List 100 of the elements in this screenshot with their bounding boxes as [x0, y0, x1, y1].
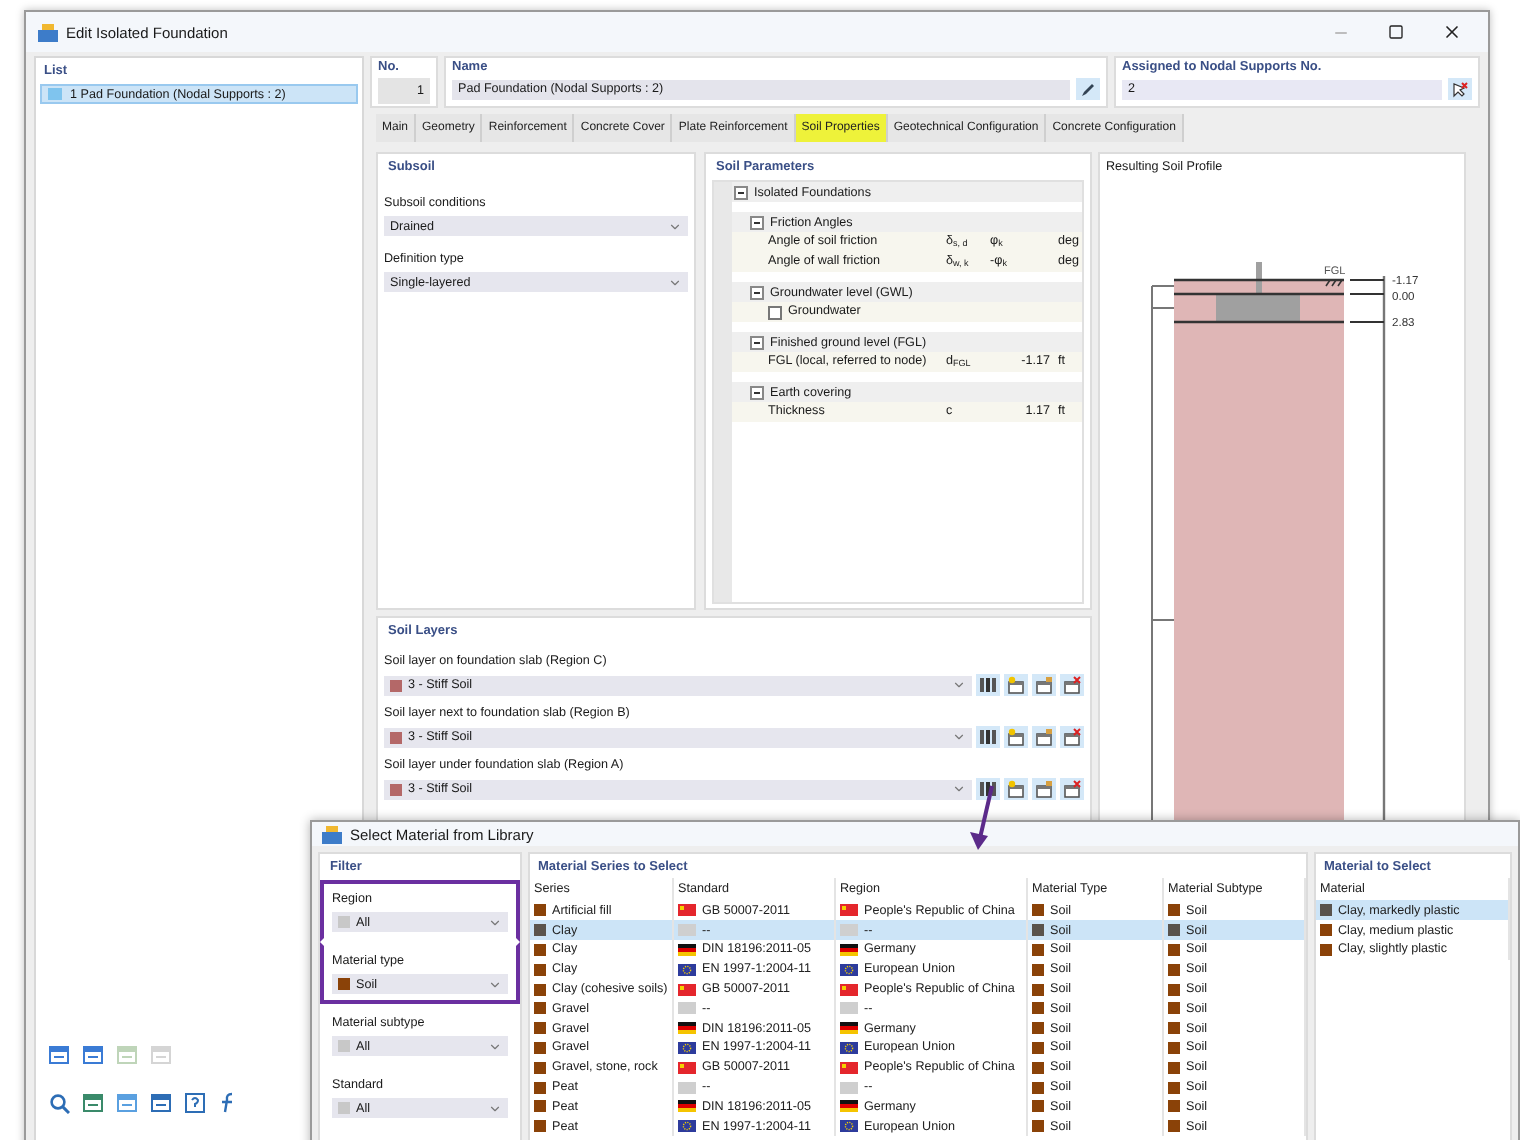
- color-swatch: [1168, 983, 1180, 996]
- color-swatch: [1032, 943, 1044, 956]
- flag-icon: [678, 1002, 696, 1015]
- layer-tool-button[interactable]: [1032, 778, 1056, 800]
- toolbar-button[interactable]: [112, 1090, 140, 1116]
- color-swatch: [1168, 904, 1180, 917]
- color-swatch: [1032, 1100, 1044, 1113]
- color-swatch: [1032, 924, 1044, 937]
- color-swatch: [1168, 943, 1180, 956]
- toolbar-button[interactable]: [44, 1042, 72, 1068]
- color-swatch: [1032, 1081, 1044, 1093]
- close-icon: [1442, 22, 1462, 42]
- color-swatch: [1168, 1100, 1180, 1113]
- layer-tool-button[interactable]: [1004, 726, 1028, 748]
- cursor-icon: [1452, 81, 1468, 97]
- flag-icon: [678, 904, 696, 917]
- delete-icon: [1062, 676, 1082, 694]
- color-swatch: [1032, 904, 1044, 917]
- flag-icon: [678, 924, 696, 937]
- layer-tool-button[interactable]: [1004, 674, 1028, 696]
- edit-button[interactable]: [1076, 78, 1100, 100]
- flag-icon: [678, 1081, 696, 1093]
- toolbar-button[interactable]: [78, 1090, 106, 1116]
- app-icon: [38, 23, 58, 41]
- checkbox[interactable]: [768, 305, 782, 319]
- layer-tool-button[interactable]: [1032, 674, 1056, 696]
- collapse-icon[interactable]: [750, 285, 764, 299]
- collapse-icon[interactable]: [750, 215, 764, 229]
- edit-icon: [1034, 780, 1054, 798]
- flag-icon: [678, 1100, 696, 1113]
- color-swatch: [1168, 1041, 1180, 1054]
- flag-icon: [678, 1120, 696, 1133]
- chevron-icon: [952, 782, 966, 796]
- chevron-icon: [488, 977, 502, 992]
- layer-tool-button[interactable]: [976, 674, 1000, 696]
- color-swatch: [1168, 1081, 1180, 1093]
- flag-icon: [840, 1120, 858, 1133]
- color-swatch: [1168, 963, 1180, 976]
- layer-tool-button[interactable]: [1032, 726, 1056, 748]
- new-item-icon: [1006, 728, 1026, 746]
- toolbar-button[interactable]: [180, 1090, 208, 1116]
- chevron-icon: [952, 678, 966, 692]
- color-swatch: [1032, 983, 1044, 996]
- collapse-icon[interactable]: [750, 385, 764, 399]
- color-swatch: [1032, 1120, 1044, 1133]
- color-swatch: [1168, 924, 1180, 937]
- annotation-arrow: [970, 785, 994, 850]
- delete-icon: [1062, 780, 1082, 798]
- flag-icon: [840, 1100, 858, 1113]
- search-icon: [47, 1092, 69, 1114]
- collapse-icon[interactable]: [750, 335, 764, 349]
- layer-tool-button[interactable]: [1060, 778, 1084, 800]
- flag-icon: [678, 1041, 696, 1054]
- color-swatch: [1032, 1061, 1044, 1074]
- chevron-icon: [488, 1039, 502, 1054]
- chevron-icon: [668, 275, 682, 289]
- pencil-icon: [1080, 81, 1096, 97]
- chevron-icon: [668, 219, 682, 233]
- books-icon: [978, 780, 998, 798]
- color-swatch: [1032, 1041, 1044, 1054]
- flag-icon: [840, 983, 858, 996]
- collapse-icon[interactable]: [734, 185, 748, 199]
- new-item-icon: [1006, 780, 1026, 798]
- edit-icon: [1034, 676, 1054, 694]
- help-icon: [183, 1092, 205, 1114]
- layer-tool-button[interactable]: [1004, 778, 1028, 800]
- flag-icon: [840, 1002, 858, 1015]
- flag-icon: [678, 1022, 696, 1035]
- books-icon: [978, 676, 998, 694]
- toolbar-button[interactable]: [146, 1090, 174, 1116]
- toolbar-button[interactable]: [78, 1042, 106, 1068]
- layer-tool-button[interactable]: [1060, 674, 1084, 696]
- delete-icon: [1062, 728, 1082, 746]
- pick-button[interactable]: [1448, 78, 1472, 100]
- item-icon: [48, 88, 62, 100]
- color-swatch: [1168, 1022, 1180, 1035]
- flag-icon: [840, 1061, 858, 1074]
- layer-tool-button[interactable]: [1060, 726, 1084, 748]
- chevron-icon: [488, 1101, 502, 1116]
- color-swatch: [1032, 1002, 1044, 1015]
- flag-icon: [678, 943, 696, 956]
- app-icon: [322, 825, 342, 844]
- flag-icon: [840, 1022, 858, 1035]
- layer-tool-button[interactable]: [976, 726, 1000, 748]
- flag-icon: [840, 904, 858, 917]
- chevron-icon: [952, 730, 966, 744]
- new-item-icon: [1006, 676, 1026, 694]
- flag-icon: [678, 1061, 696, 1074]
- maximize-icon: [1388, 24, 1404, 40]
- color-swatch: [1168, 1120, 1180, 1133]
- edit-icon: [1034, 728, 1054, 746]
- flag-icon: [678, 963, 696, 976]
- color-swatch: [1032, 1022, 1044, 1035]
- books-icon: [978, 728, 998, 746]
- toolbar-button[interactable]: [44, 1090, 72, 1116]
- chevron-icon: [488, 915, 502, 930]
- flag-icon: [840, 1041, 858, 1054]
- flag-icon: [840, 943, 858, 956]
- flag-icon: [840, 1081, 858, 1093]
- color-swatch: [1168, 1002, 1180, 1015]
